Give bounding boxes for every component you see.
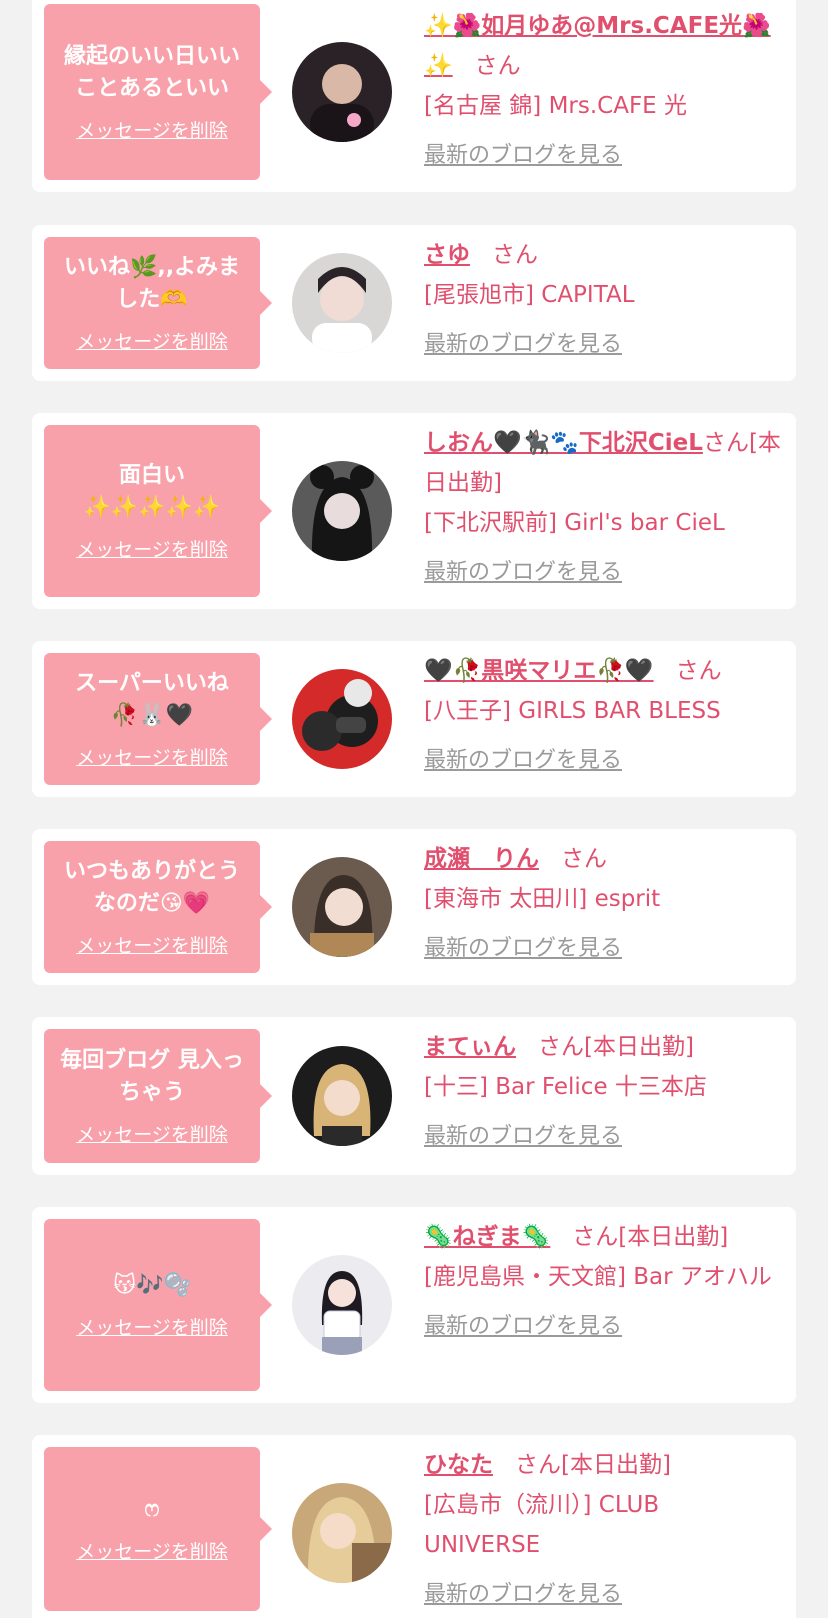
message-card: 😽🎶🫧 メッセージを削除 🦠ねぎま🦠 さん[本日出勤] [鹿児島県・天文館] Ba… — [32, 1207, 796, 1403]
shop-label: [鹿児島県・天文館] Bar アオハル — [424, 1264, 772, 1290]
profile-info: 成瀬 りん さん [東海市 太田川] esprit 最新のブログを見る — [424, 839, 782, 969]
message-text: ෆ — [144, 1497, 160, 1522]
profile-name-link[interactable]: 🖤🥀黒咲マリエ🥀🖤 — [424, 658, 654, 684]
profile-info: ひなた さん[本日出勤] [広島市（流川）] CLUB UNIVERSE 最新のブ… — [424, 1445, 782, 1615]
message-text: 縁起のいい日いいことあるといい — [63, 44, 240, 101]
profile-info: まてぃん さん[本日出勤] [十三] Bar Felice 十三本店 最新のブログ… — [424, 1027, 782, 1157]
message-card: 毎回ブログ 見入っちゃう メッセージを削除 まてぃん さん[本日出勤] [十三] … — [32, 1017, 796, 1175]
delete-message-link[interactable]: メッセージを削除 — [76, 934, 228, 958]
message-card: ෆ メッセージを削除 ひなた さん[本日出勤] [広島市（流川）] CLUB UN… — [32, 1435, 796, 1618]
avatar[interactable] — [292, 42, 392, 142]
honorific: さん — [515, 1452, 561, 1478]
profile-name-link[interactable]: しおん🖤🐈‍⬛🐾下北沢CieL — [424, 430, 703, 456]
honorific: さん — [538, 1034, 584, 1060]
message-text: 毎回ブログ 見入っちゃう — [60, 1048, 244, 1105]
honorific: さん — [492, 242, 538, 268]
latest-blog-link[interactable]: 最新のブログを見る — [424, 1575, 622, 1615]
message-bubble: 😽🎶🫧 メッセージを削除 — [44, 1219, 272, 1391]
message-card: 面白い ✨✨✨✨✨ メッセージを削除 しおん🖤🐈‍⬛🐾下北沢CieLさん[本日出… — [32, 413, 796, 609]
message-card: 縁起のいい日いいことあるといい メッセージを削除 ✨🌺如月ゆあ@Mrs.CAFE… — [32, 0, 796, 192]
profile-info: 🦠ねぎま🦠 さん[本日出勤] [鹿児島県・天文館] Bar アオハル 最新のブログ… — [424, 1217, 782, 1347]
avatar[interactable] — [292, 253, 392, 353]
honorific: さん — [675, 658, 722, 684]
profile-name-link[interactable]: 🦠ねぎま🦠 — [424, 1224, 550, 1250]
status-label: [本日出勤] — [618, 1224, 729, 1250]
message-text: 面白い ✨✨✨✨✨ — [83, 463, 221, 520]
shop-label: [名古屋 錦] Mrs.CAFE 光 — [424, 93, 688, 119]
delete-message-link[interactable]: メッセージを削除 — [76, 330, 228, 354]
delete-message-link[interactable]: メッセージを削除 — [76, 1316, 228, 1340]
latest-blog-link[interactable]: 最新のブログを見る — [424, 553, 622, 593]
avatar[interactable] — [292, 1255, 392, 1355]
status-label: [本日出勤] — [561, 1452, 671, 1478]
message-text: スーパーいいね 🥀🐰🖤 — [75, 671, 229, 728]
delete-message-link[interactable]: メッセージを削除 — [76, 1540, 228, 1564]
message-card: スーパーいいね 🥀🐰🖤 メッセージを削除 🖤🥀黒咲マリエ🥀🖤 さん [八王子] G… — [32, 641, 796, 797]
latest-blog-link[interactable]: 最新のブログを見る — [424, 929, 622, 969]
shop-label: [東海市 太田川] esprit — [424, 886, 661, 912]
latest-blog-link[interactable]: 最新のブログを見る — [424, 1307, 622, 1347]
avatar[interactable] — [292, 461, 392, 561]
message-text: いいね🌿,,よみました🫶 — [63, 255, 241, 312]
message-bubble: ෆ メッセージを削除 — [44, 1447, 272, 1611]
honorific: さん — [561, 846, 607, 872]
profile-info: ✨🌺如月ゆあ@Mrs.CAFE光🌺✨ さん [名古屋 錦] Mrs.CAFE 光 … — [424, 6, 782, 176]
latest-blog-link[interactable]: 最新のブログを見る — [424, 325, 622, 365]
shop-label: [下北沢駅前] Girl's bar CieL — [424, 510, 725, 536]
message-card: いいね🌿,,よみました🫶 メッセージを削除 さゆ さん [尾張旭市] CAPITA… — [32, 225, 796, 381]
delete-message-link[interactable]: メッセージを削除 — [76, 746, 228, 770]
message-text: いつもありがとうなのだ😘💗 — [63, 859, 240, 916]
honorific: さん — [474, 53, 521, 79]
shop-label: [十三] Bar Felice 十三本店 — [424, 1074, 707, 1100]
avatar[interactable] — [292, 1046, 392, 1146]
shop-label: [広島市（流川）] CLUB UNIVERSE — [424, 1492, 660, 1558]
profile-info: さゆ さん [尾張旭市] CAPITAL 最新のブログを見る — [424, 235, 782, 365]
delete-message-link[interactable]: メッセージを削除 — [76, 119, 228, 143]
honorific: さん — [702, 430, 749, 456]
profile-info: 🖤🥀黒咲マリエ🥀🖤 さん [八王子] GIRLS BAR BLESS 最新のブログ… — [424, 651, 782, 781]
message-bubble: 毎回ブログ 見入っちゃう メッセージを削除 — [44, 1029, 272, 1163]
profile-name-link[interactable]: ひなた — [424, 1452, 493, 1478]
profile-name-link[interactable]: 成瀬 りん — [424, 846, 539, 872]
message-bubble: スーパーいいね 🥀🐰🖤 メッセージを削除 — [44, 653, 272, 785]
profile-info: しおん🖤🐈‍⬛🐾下北沢CieLさん[本日出勤] [下北沢駅前] Girl's b… — [424, 423, 782, 593]
delete-message-link[interactable]: メッセージを削除 — [76, 538, 228, 562]
honorific: さん — [572, 1224, 619, 1250]
avatar[interactable] — [292, 1483, 392, 1583]
message-bubble: いつもありがとうなのだ😘💗 メッセージを削除 — [44, 841, 272, 973]
avatar[interactable] — [292, 857, 392, 957]
profile-name-link[interactable]: さゆ — [424, 242, 470, 268]
latest-blog-link[interactable]: 最新のブログを見る — [424, 1117, 622, 1157]
shop-label: [八王子] GIRLS BAR BLESS — [424, 698, 721, 724]
latest-blog-link[interactable]: 最新のブログを見る — [424, 741, 622, 781]
message-bubble: 面白い ✨✨✨✨✨ メッセージを削除 — [44, 425, 272, 597]
message-bubble: いいね🌿,,よみました🫶 メッセージを削除 — [44, 237, 272, 369]
message-text: 😽🎶🫧 — [113, 1273, 191, 1298]
avatar[interactable] — [292, 669, 392, 769]
message-list: 縁起のいい日いいことあるといい メッセージを削除 ✨🌺如月ゆあ@Mrs.CAFE… — [0, 0, 828, 1618]
shop-label: [尾張旭市] CAPITAL — [424, 282, 635, 308]
latest-blog-link[interactable]: 最新のブログを見る — [424, 136, 622, 176]
message-card: いつもありがとうなのだ😘💗 メッセージを削除 成瀬 りん さん [東海市 太田川]… — [32, 829, 796, 985]
status-label: [本日出勤] — [584, 1034, 694, 1060]
profile-name-link[interactable]: まてぃん — [424, 1034, 516, 1060]
delete-message-link[interactable]: メッセージを削除 — [76, 1123, 228, 1147]
message-bubble: 縁起のいい日いいことあるといい メッセージを削除 — [44, 4, 272, 180]
